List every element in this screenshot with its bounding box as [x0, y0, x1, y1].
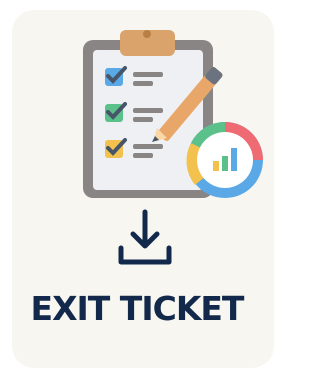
download-icon[interactable]	[113, 206, 177, 270]
ticket-title: EXIT TICKET	[30, 289, 245, 328]
clipboard-checklist-icon	[83, 30, 263, 198]
chart-icon	[186, 122, 263, 198]
